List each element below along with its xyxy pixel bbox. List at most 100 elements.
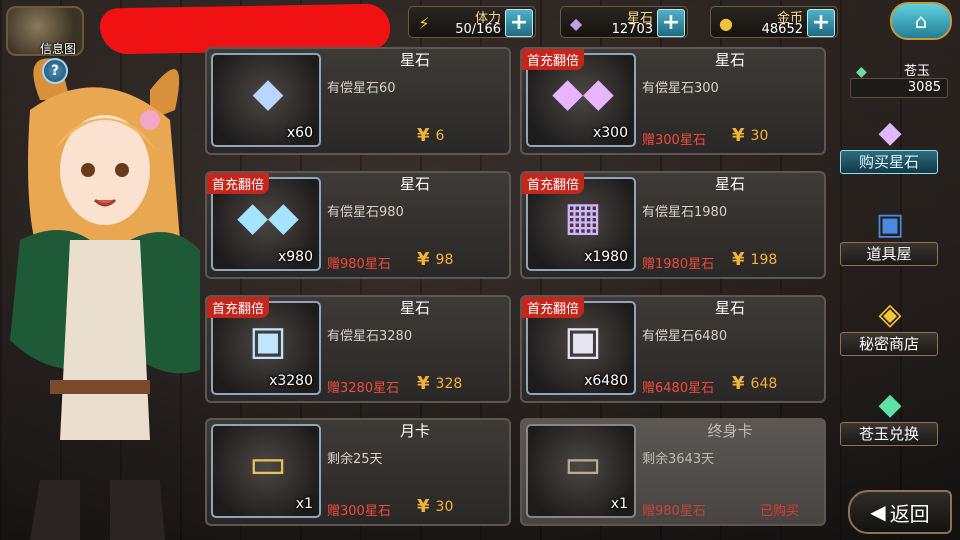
price-value: 30 <box>750 127 769 144</box>
plus-icon: + <box>509 10 529 35</box>
crystal-bundle-icon: ◆ <box>878 114 902 150</box>
cangyu-label: 苍玉 <box>904 64 931 79</box>
sidebar-item-label: 购买星石 <box>840 150 938 174</box>
item-box-icon: ▣ <box>875 206 905 242</box>
help-icon: ? <box>50 63 60 79</box>
product-quantity: x300 <box>592 125 628 141</box>
cangyu-display: ◆ 苍玉 3085 <box>846 60 950 100</box>
product-card-lifetime: ▭ x1 终身卡 剩余3643天 赠980星石 已购买 <box>520 418 826 526</box>
gold-value: 48652 <box>761 22 803 37</box>
home-button[interactable]: ⌂ <box>890 2 952 40</box>
sidebar-item-buy-star-stones[interactable]: ◆ 购买星石 <box>840 112 938 176</box>
product-desc: 有偿星石3280 <box>327 329 413 344</box>
yen-icon: ¥ <box>417 373 430 394</box>
first-purchase-double-badge: 首充翻倍 <box>522 173 585 194</box>
yen-icon: ¥ <box>417 496 430 517</box>
crystal-icon: ◆◆ <box>552 70 614 116</box>
help-button[interactable]: ? <box>42 58 68 84</box>
treasure-chest-icon: ▣ <box>564 318 602 364</box>
price-value: 198 <box>750 251 778 268</box>
price-value: 648 <box>750 375 778 392</box>
crystal-icon: ◆ <box>252 70 284 116</box>
lifetime-card-icon: ▭ <box>564 441 602 487</box>
gold-plus-button[interactable]: + <box>807 9 835 37</box>
product-quantity: x1980 <box>584 249 628 265</box>
sidebar-item-cangyu-exchange[interactable]: ◆ 苍玉兑换 <box>840 384 938 448</box>
product-desc: 有偿星石980 <box>327 205 404 220</box>
bonus-text: 赠6480星石 <box>642 381 715 396</box>
bonus-text: 赠980星石 <box>642 504 706 519</box>
product-card-1980[interactable]: ▦ x1980 首充翻倍 星石 有偿星石1980 赠1980星石 ¥198 <box>520 171 826 279</box>
crystal-pile-icon: ◆◆ <box>237 194 299 240</box>
star-stone-value: 12703 <box>611 22 653 37</box>
product-card-3280[interactable]: ▣ x3280 首充翻倍 星石 有偿星石3280 赠3280星石 ¥328 <box>205 295 511 403</box>
back-arrow-icon: ◀ <box>870 500 886 524</box>
price-value: 98 <box>435 251 454 268</box>
bonus-text: 赠980星石 <box>327 257 391 272</box>
stamina-value: 50/166 <box>455 22 501 37</box>
product-card-980[interactable]: ◆◆ x980 首充翻倍 星石 有偿星石980 赠980星石 ¥98 <box>205 171 511 279</box>
price-value: 6 <box>435 127 445 144</box>
product-title: 星石 <box>399 51 430 69</box>
lightning-icon: ⚡ <box>418 13 430 33</box>
product-quantity: x1 <box>610 496 628 512</box>
product-title: 月卡 <box>399 422 430 440</box>
sidebar-item-item-shop[interactable]: ▣ 道具屋 <box>840 204 938 268</box>
product-title: 星石 <box>714 175 745 193</box>
yen-icon: ¥ <box>417 125 430 146</box>
first-purchase-double-badge: 首充翻倍 <box>207 173 270 194</box>
news-label: 信息图 <box>40 42 77 56</box>
product-desc: 剩余3643天 <box>642 452 715 467</box>
bonus-text: 赠300星石 <box>327 504 391 519</box>
bonus-text: 赠300星石 <box>642 133 706 148</box>
cangyu-value: 3085 <box>850 78 948 98</box>
sidebar-item-label: 苍玉兑换 <box>840 422 938 446</box>
coin-icon: ● <box>719 13 733 33</box>
back-label: 返回 <box>889 501 930 526</box>
crystal-crate-icon: ▦ <box>564 194 602 240</box>
product-title: 终身卡 <box>707 422 753 440</box>
product-title: 星石 <box>399 299 430 317</box>
product-title: 星石 <box>714 299 745 317</box>
price: ¥648 <box>732 373 777 394</box>
stamina-plus-button[interactable]: + <box>505 9 533 37</box>
product-desc: 有偿星石300 <box>642 81 719 96</box>
product-desc: 有偿星石1980 <box>642 205 728 220</box>
product-thumbnail: ▭ x1 <box>211 424 321 518</box>
price: ¥98 <box>417 249 453 270</box>
plus-icon: + <box>811 10 831 35</box>
first-purchase-double-badge: 首充翻倍 <box>522 297 585 318</box>
product-quantity: x6480 <box>584 373 628 389</box>
yen-icon: ¥ <box>732 125 745 146</box>
product-quantity: x60 <box>286 125 313 141</box>
price: ¥198 <box>732 249 777 270</box>
sidebar-item-secret-shop[interactable]: ◈ 秘密商店 <box>840 294 938 358</box>
product-card-6480[interactable]: ▣ x6480 首充翻倍 星石 有偿星石6480 赠6480星石 ¥648 <box>520 295 826 403</box>
product-title: 星石 <box>714 51 745 69</box>
product-desc: 有偿星石60 <box>327 81 396 96</box>
product-card-300[interactable]: ◆◆ x300 首充翻倍 星石 有偿星石300 赠300星石 ¥30 <box>520 47 826 155</box>
product-quantity: x1 <box>295 496 313 512</box>
green-crystal-icon: ◆ <box>878 386 902 422</box>
product-desc: 有偿星石6480 <box>642 329 728 344</box>
stamina-display: ⚡ 体力 50/166 + <box>408 6 536 38</box>
character-illustration <box>10 58 200 540</box>
back-button[interactable]: ◀ 返回 <box>848 490 952 534</box>
product-card-monthly[interactable]: ▭ x1 月卡 剩余25天 赠300星石 ¥30 <box>205 418 511 526</box>
product-thumbnail: ◆ x60 <box>211 53 321 147</box>
sidebar-item-label: 道具屋 <box>840 242 938 266</box>
first-purchase-double-badge: 首充翻倍 <box>207 297 270 318</box>
purchased-status: 已购买 <box>760 504 800 519</box>
home-icon: ⌂ <box>914 9 928 33</box>
crystal-chest-icon: ▣ <box>249 318 287 364</box>
bonus-text: 赠3280星石 <box>327 381 400 396</box>
price: ¥30 <box>417 496 453 517</box>
price: ¥30 <box>732 125 768 146</box>
star-stone-display: ◆ 星石 12703 + <box>560 6 688 38</box>
star-stone-plus-button[interactable]: + <box>657 9 685 37</box>
product-desc: 剩余25天 <box>327 452 383 467</box>
product-card-60[interactable]: ◆ x60 星石 有偿星石60 ¥6 <box>205 47 511 155</box>
first-purchase-double-badge: 首充翻倍 <box>522 49 585 70</box>
treasure-pile-icon: ◈ <box>878 296 902 332</box>
product-quantity: x3280 <box>269 373 313 389</box>
